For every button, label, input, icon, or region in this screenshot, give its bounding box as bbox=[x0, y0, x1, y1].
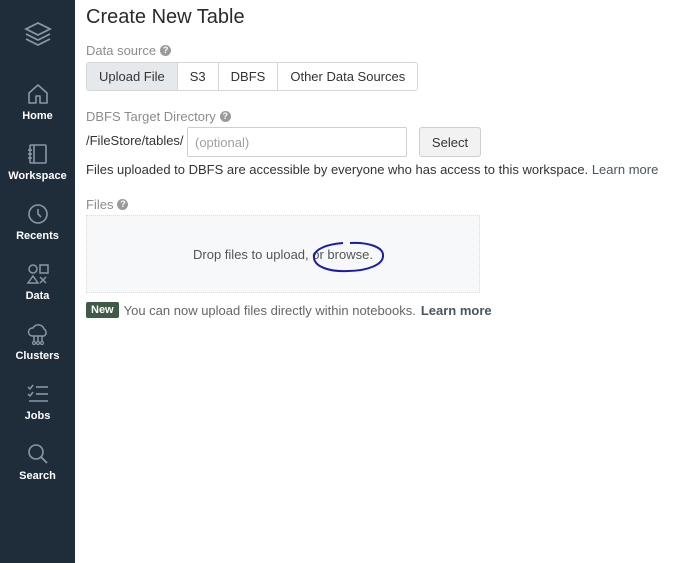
file-dropzone[interactable]: Drop files to upload, or browse. bbox=[86, 215, 480, 293]
learn-more-link[interactable]: Learn more bbox=[421, 303, 492, 318]
sidebar-item-jobs[interactable]: Jobs bbox=[0, 382, 75, 438]
target-dir-label: DBFS Target Directory bbox=[86, 109, 216, 124]
page-title: Create New Table bbox=[86, 6, 245, 28]
dbfs-access-note: Files uploaded to DBFS are accessible by… bbox=[86, 162, 658, 177]
sidebar: Home Workspace Recents Data Clusters Job… bbox=[0, 0, 75, 563]
sidebar-item-data[interactable]: Data bbox=[0, 262, 75, 318]
home-icon bbox=[27, 84, 48, 104]
workspace-icon bbox=[27, 144, 47, 164]
tab-other-data-sources[interactable]: Other Data Sources bbox=[278, 63, 418, 90]
drop-text: Drop files to upload, bbox=[193, 247, 309, 262]
tab-dbfs[interactable]: DBFS bbox=[218, 63, 279, 90]
new-feature-notice: New You can now upload files directly wi… bbox=[86, 302, 492, 318]
tab-s3[interactable]: S3 bbox=[177, 63, 219, 90]
files-label: Files bbox=[86, 197, 114, 212]
browse-link[interactable]: or browse. bbox=[312, 247, 373, 262]
main-content: Create New Table Data source ? Upload Fi… bbox=[86, 0, 679, 563]
sidebar-item-label: Recents bbox=[16, 230, 59, 242]
data-source-label-row: Data source ? bbox=[86, 43, 172, 58]
help-icon[interactable]: ? bbox=[117, 199, 129, 210]
data-source-label: Data source bbox=[86, 43, 157, 58]
help-icon[interactable]: ? bbox=[160, 45, 172, 56]
sidebar-item-recents[interactable]: Recents bbox=[0, 202, 75, 258]
drop-instructions: Drop files to upload, or browse. bbox=[87, 247, 479, 262]
select-button[interactable]: Select bbox=[419, 127, 481, 157]
help-icon[interactable]: ? bbox=[219, 111, 231, 122]
jobs-list-icon bbox=[26, 384, 48, 402]
learn-more-link[interactable]: Learn more bbox=[592, 162, 658, 177]
data-shapes-icon bbox=[26, 264, 49, 284]
search-icon bbox=[27, 444, 48, 464]
target-dir-input[interactable] bbox=[187, 127, 407, 157]
new-notice-text: You can now upload files directly within… bbox=[123, 302, 416, 318]
clock-icon bbox=[27, 204, 48, 224]
sidebar-item-clusters[interactable]: Clusters bbox=[0, 322, 75, 378]
files-label-row: Files ? bbox=[86, 197, 129, 212]
databricks-stack-icon[interactable] bbox=[23, 19, 53, 49]
target-dir-label-row: DBFS Target Directory ? bbox=[86, 109, 231, 124]
sidebar-item-label: Search bbox=[19, 470, 56, 482]
sidebar-item-label: Data bbox=[25, 290, 50, 302]
path-prefix: /FileStore/tables/ bbox=[86, 133, 184, 148]
sidebar-item-label: Clusters bbox=[15, 350, 60, 362]
sidebar-item-label: Home bbox=[22, 110, 53, 122]
tab-upload-file[interactable]: Upload File bbox=[87, 63, 178, 90]
new-badge: New bbox=[86, 302, 119, 318]
sidebar-item-home[interactable]: Home bbox=[0, 82, 75, 138]
cluster-cloud-icon bbox=[27, 324, 47, 346]
sidebar-item-search[interactable]: Search bbox=[0, 442, 75, 498]
sidebar-item-workspace[interactable]: Workspace bbox=[0, 142, 75, 198]
sidebar-item-label: Jobs bbox=[24, 410, 51, 422]
note-text: Files uploaded to DBFS are accessible by… bbox=[86, 162, 589, 177]
data-source-tabs: Upload File S3 DBFS Other Data Sources bbox=[86, 62, 419, 91]
sidebar-item-label: Workspace bbox=[8, 170, 67, 182]
